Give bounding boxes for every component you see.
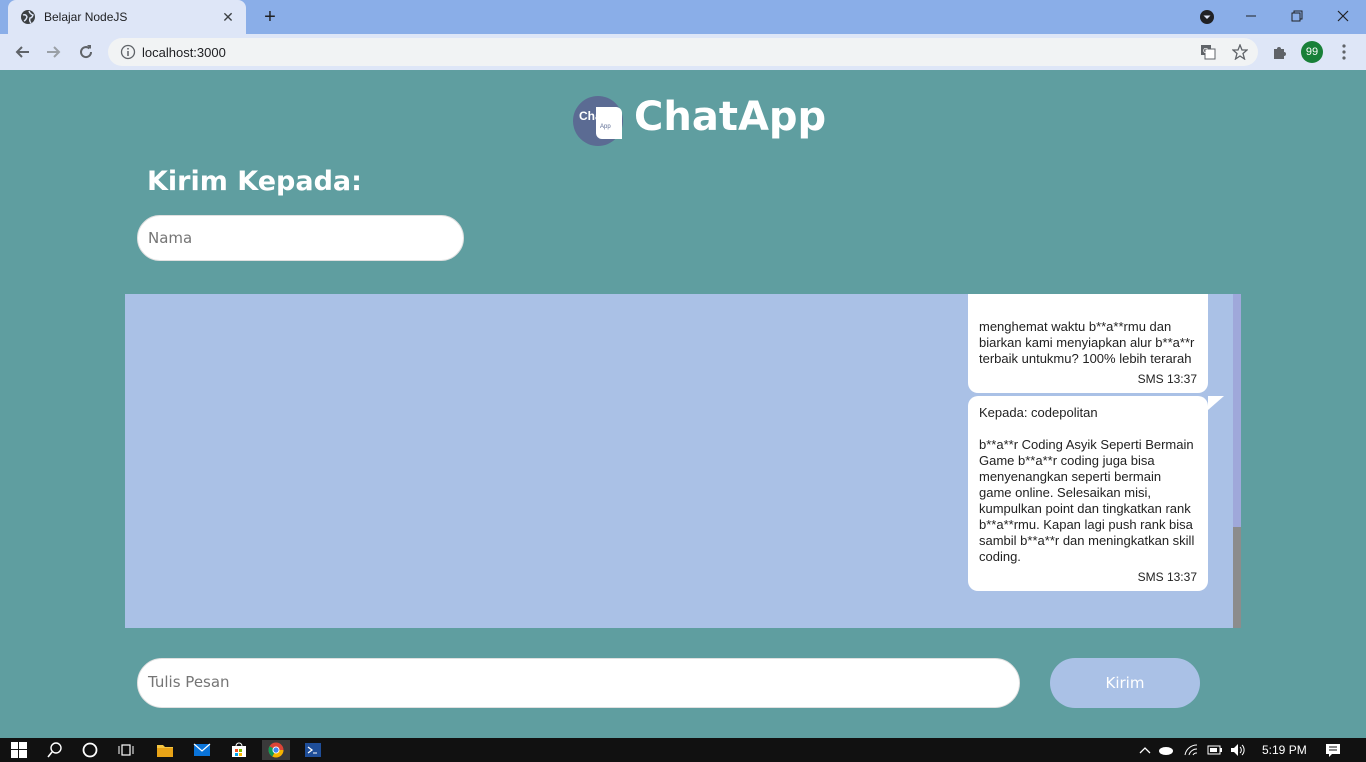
globe-icon (20, 9, 36, 25)
recipient-label: Kirim Kepada: (147, 166, 362, 197)
volume-icon[interactable] (1230, 742, 1246, 758)
chrome-icon[interactable] (262, 740, 290, 760)
profile-avatar[interactable]: 99 (1301, 41, 1323, 63)
close-window-icon[interactable] (1320, 0, 1366, 32)
app-title: ChatApp (634, 94, 827, 140)
message-meta: SMS 13:37 (1137, 372, 1197, 386)
browser-toolbar: localhost:3000 G 99 (0, 34, 1366, 70)
bubble-tail (1208, 396, 1224, 410)
extensions-puzzle-icon[interactable] (1268, 40, 1292, 64)
minimize-icon[interactable] (1228, 0, 1274, 32)
message-meta: SMS 13:37 (1137, 570, 1197, 584)
logo-subtext: App (600, 124, 611, 130)
restore-icon[interactable] (1274, 0, 1320, 32)
reload-icon[interactable] (74, 40, 98, 64)
page-content: Chat App ChatApp Kirim Kepada: menghemat… (0, 70, 1366, 738)
notifications-icon[interactable] (1325, 742, 1341, 758)
message-text: menghemat waktu b**a**rmu dan biarkan ka… (979, 319, 1198, 366)
send-button[interactable]: Kirim (1050, 658, 1200, 708)
new-tab-button[interactable]: + (258, 6, 282, 28)
battery-icon[interactable] (1207, 742, 1223, 758)
back-arrow-icon[interactable] (10, 40, 34, 64)
task-view-icon[interactable] (115, 740, 137, 760)
site-info-icon[interactable] (120, 44, 136, 60)
search-icon[interactable] (44, 740, 66, 760)
tab-search-icon[interactable] (1198, 8, 1216, 26)
scrollbar-thumb[interactable] (1233, 527, 1241, 628)
logo-text: Chat (579, 109, 606, 123)
close-tab-icon[interactable]: ✕ (220, 9, 236, 25)
url-text: localhost:3000 (142, 44, 226, 60)
menu-kebab-icon[interactable] (1332, 40, 1356, 64)
taskbar-clock[interactable]: 5:19 PM (1262, 743, 1307, 757)
browser-tabstrip: Belajar NodeJS ✕ + (0, 0, 1366, 34)
file-explorer-icon[interactable] (154, 740, 176, 760)
powershell-icon[interactable] (302, 740, 324, 760)
message-bubble: menghemat waktu b**a**rmu dan biarkan ka… (968, 294, 1208, 393)
tab-title: Belajar NodeJS (44, 10, 128, 24)
mail-icon[interactable] (191, 740, 213, 760)
wifi-icon[interactable] (1184, 742, 1200, 758)
recipient-name-input[interactable] (137, 215, 464, 261)
store-icon[interactable] (228, 740, 250, 760)
chatapp-logo: Chat App (572, 95, 624, 147)
windows-start-icon[interactable] (8, 740, 30, 760)
address-bar[interactable]: localhost:3000 (108, 38, 1258, 66)
browser-tab[interactable]: Belajar NodeJS ✕ (8, 0, 246, 34)
cortana-icon[interactable] (79, 740, 101, 760)
tray-chevron-up-icon[interactable] (1137, 742, 1153, 758)
message-list[interactable]: menghemat waktu b**a**rmu dan biarkan ka… (125, 294, 1241, 628)
message-text: Kepada: codepolitan b**a**r Coding Asyik… (979, 405, 1195, 564)
svg-text:G: G (1203, 48, 1208, 55)
message-input[interactable] (137, 658, 1020, 708)
onedrive-icon[interactable] (1158, 742, 1174, 758)
translate-icon[interactable]: G (1196, 40, 1220, 64)
forward-arrow-icon[interactable] (42, 40, 66, 64)
windows-taskbar: 5:19 PM (0, 738, 1366, 762)
bookmark-star-icon[interactable] (1228, 40, 1252, 64)
message-bubble: Kepada: codepolitan b**a**r Coding Asyik… (968, 396, 1224, 591)
